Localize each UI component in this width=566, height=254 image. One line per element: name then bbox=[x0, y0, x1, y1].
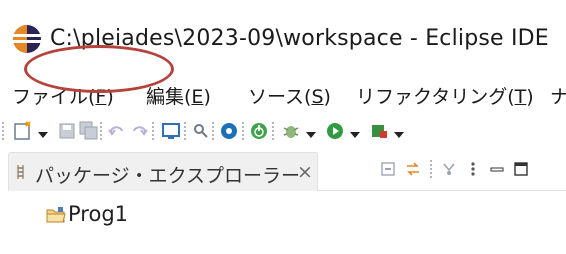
chevron-down-icon[interactable] bbox=[350, 125, 360, 138]
menu-file[interactable]: ファイル(F) bbox=[12, 82, 114, 109]
maximize-icon[interactable] bbox=[512, 160, 530, 178]
window-titlebar: C:\pleiades\2023-09\workspace - Eclipse … bbox=[0, 0, 566, 70]
new-wizard-icon[interactable] bbox=[12, 120, 34, 142]
menu-edit-label: 編集( bbox=[146, 86, 192, 108]
menu-file-mnemonic: F bbox=[95, 86, 107, 108]
toolbar-separator bbox=[242, 122, 246, 140]
tab-package-explorer-label: パッケージ・エクスプローラー bbox=[35, 165, 301, 187]
menu-source-close: ) bbox=[323, 86, 331, 108]
kebab-icon[interactable] bbox=[464, 160, 482, 178]
menu-source[interactable]: ソース(S) bbox=[248, 82, 331, 109]
menu-source-label: ソース( bbox=[248, 86, 312, 108]
menu-navigate-label: ナ bbox=[550, 86, 566, 108]
menu-bar: ファイル(F) 編集(E) ソース(S) リファクタリング(T) ナ bbox=[0, 76, 566, 112]
tree-item-label: Prog1 bbox=[68, 202, 129, 226]
chevron-down-icon[interactable] bbox=[38, 125, 48, 138]
undo-icon[interactable] bbox=[106, 120, 128, 142]
toolbar-separator bbox=[184, 122, 188, 140]
menu-refactor-mnemonic: T bbox=[514, 86, 527, 108]
toolbar-separator bbox=[152, 122, 156, 140]
menu-refactor[interactable]: リファクタリング(T) bbox=[356, 82, 534, 109]
project-tree: Prog1 bbox=[0, 192, 566, 254]
link-with-editor-icon[interactable] bbox=[404, 160, 422, 178]
debug-icon[interactable] bbox=[280, 120, 302, 142]
toolbar-separator bbox=[2, 122, 6, 140]
view-menu-icon[interactable] bbox=[440, 160, 458, 178]
main-toolbar bbox=[0, 114, 566, 148]
toolbar-separator bbox=[100, 122, 104, 140]
menu-refactor-label: リファクタリング( bbox=[356, 86, 515, 108]
external-tools-icon[interactable] bbox=[368, 120, 390, 142]
power-icon[interactable] bbox=[248, 120, 270, 142]
view-tab-bar: パッケージ・エクスプローラー × bbox=[8, 150, 566, 191]
run-icon[interactable] bbox=[324, 120, 346, 142]
window-title: C:\pleiades\2023-09\workspace - Eclipse … bbox=[50, 26, 549, 51]
toolbar-separator bbox=[212, 122, 216, 140]
package-explorer-icon bbox=[15, 163, 33, 181]
collapse-all-icon[interactable] bbox=[380, 160, 398, 178]
save-icon[interactable] bbox=[56, 120, 78, 142]
toolbar-separator bbox=[430, 160, 434, 178]
menu-edit-mnemonic: E bbox=[191, 86, 204, 108]
chevron-down-icon[interactable] bbox=[306, 125, 316, 138]
minimize-icon[interactable] bbox=[488, 160, 506, 178]
project-folder-icon bbox=[46, 206, 66, 224]
menu-file-close: ) bbox=[106, 86, 114, 108]
menu-refactor-close: ) bbox=[526, 86, 534, 108]
menu-edit[interactable]: 編集(E) bbox=[146, 82, 211, 109]
console-icon[interactable] bbox=[160, 120, 182, 142]
eclipse-logo-icon bbox=[12, 24, 42, 54]
search-icon[interactable] bbox=[190, 120, 212, 142]
chevron-down-icon[interactable] bbox=[394, 125, 404, 138]
settings-icon[interactable] bbox=[218, 120, 240, 142]
package-explorer-view: パッケージ・エクスプローラー × Prog1 bbox=[0, 150, 566, 254]
save-all-icon[interactable] bbox=[78, 120, 100, 142]
tab-package-explorer[interactable]: パッケージ・エクスプローラー × bbox=[8, 152, 318, 191]
menu-navigate[interactable]: ナ bbox=[550, 82, 566, 109]
redo-icon[interactable] bbox=[128, 120, 150, 142]
menu-edit-close: ) bbox=[203, 86, 211, 108]
menu-file-label: ファイル( bbox=[12, 86, 96, 108]
toolbar-separator bbox=[272, 122, 276, 140]
menu-source-mnemonic: S bbox=[311, 86, 324, 108]
close-icon[interactable]: × bbox=[297, 161, 313, 183]
